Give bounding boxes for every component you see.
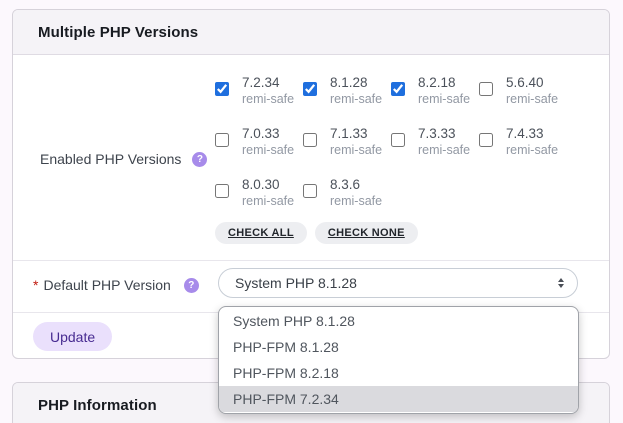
divider: [13, 260, 609, 261]
php-version-label: 5.6.40 remi-safe: [506, 75, 559, 106]
php-version-item[interactable]: 7.1.33 remi-safe: [303, 125, 391, 158]
required-marker: *: [33, 277, 39, 293]
php-version-label: 7.4.33 remi-safe: [506, 126, 559, 157]
select-selected-value: System PHP 8.1.28: [235, 275, 357, 291]
php-version-checkbox[interactable]: [391, 82, 405, 96]
php-version-checkbox[interactable]: [215, 133, 229, 147]
php-version-checkbox[interactable]: [215, 184, 229, 198]
php-version-checkbox[interactable]: [215, 82, 229, 96]
php-version-label: 7.0.33 remi-safe: [242, 126, 295, 157]
card-title: Multiple PHP Versions: [38, 23, 199, 41]
enabled-php-versions-label: Enabled PHP Versions: [40, 151, 182, 167]
php-version-label: 8.2.18 remi-safe: [418, 75, 471, 106]
php-version-label: 7.2.34 remi-safe: [242, 75, 295, 106]
php-version-item[interactable]: 7.3.33 remi-safe: [391, 125, 479, 158]
dropdown-option-php-fpm-8-2-18[interactable]: PHP-FPM 8.2.18: [219, 360, 578, 386]
php-version-item[interactable]: 5.6.40 remi-safe: [479, 74, 567, 107]
php-version-checkbox[interactable]: [479, 133, 493, 147]
php-version-label: 8.1.28 remi-safe: [330, 75, 383, 106]
check-all-button[interactable]: CHECK ALL: [215, 222, 307, 244]
php-selector-page: Multiple PHP Versions Enabled PHP Versio…: [0, 0, 623, 423]
check-buttons-row: CHECK ALL CHECK NONE: [215, 222, 418, 244]
default-php-version-select[interactable]: System PHP 8.1.28: [218, 268, 578, 298]
enabled-php-versions-row-label: Enabled PHP Versions ?: [40, 151, 208, 167]
php-version-label: 7.1.33 remi-safe: [330, 126, 383, 157]
check-none-button[interactable]: CHECK NONE: [314, 222, 418, 244]
default-php-version-label: Default PHP Version: [43, 277, 171, 293]
php-version-item[interactable]: 7.2.34 remi-safe: [215, 74, 303, 107]
php-version-checkbox[interactable]: [303, 133, 317, 147]
default-php-version-row-label: * Default PHP Version ?: [33, 277, 199, 293]
php-version-item[interactable]: 8.1.28 remi-safe: [303, 74, 391, 107]
php-version-label: 8.0.30 remi-safe: [242, 177, 295, 208]
select-stepper-icon: [558, 277, 564, 289]
php-version-grid: 7.2.34 remi-safe 8.1.28 remi-safe 8.2.18…: [215, 74, 567, 209]
card-title: PHP Information: [38, 396, 157, 414]
php-version-label: 8.3.6 remi-safe: [330, 177, 383, 208]
php-version-checkbox[interactable]: [303, 82, 317, 96]
php-version-label: 7.3.33 remi-safe: [418, 126, 471, 157]
php-version-item[interactable]: 7.0.33 remi-safe: [215, 125, 303, 158]
php-version-item[interactable]: 7.4.33 remi-safe: [479, 125, 567, 158]
dropdown-option-php-fpm-7-2-34[interactable]: PHP-FPM 7.2.34: [219, 386, 578, 412]
php-version-item[interactable]: 8.2.18 remi-safe: [391, 74, 479, 107]
php-version-checkbox[interactable]: [391, 133, 405, 147]
multiple-php-versions-header: Multiple PHP Versions: [13, 10, 609, 55]
dropdown-option-system-php-8-1-28[interactable]: System PHP 8.1.28: [219, 308, 578, 334]
php-version-checkbox[interactable]: [303, 184, 317, 198]
dropdown-option-php-fpm-8-1-28[interactable]: PHP-FPM 8.1.28: [219, 334, 578, 360]
select-dropdown-popup: System PHP 8.1.28 PHP-FPM 8.1.28 PHP-FPM…: [218, 306, 579, 414]
php-version-checkbox[interactable]: [479, 82, 493, 96]
php-version-item[interactable]: 8.3.6 remi-safe: [303, 176, 391, 209]
help-icon[interactable]: ?: [183, 277, 199, 293]
help-icon[interactable]: ?: [192, 151, 208, 167]
php-version-item[interactable]: 8.0.30 remi-safe: [215, 176, 303, 209]
update-button[interactable]: Update: [33, 322, 113, 351]
